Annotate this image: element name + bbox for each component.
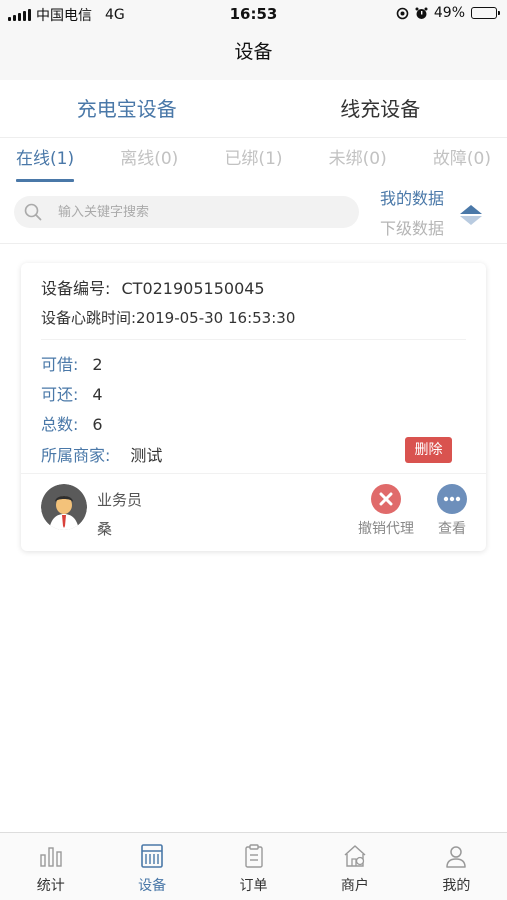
device-icon [141,844,163,868]
tab-mine[interactable]: 我的 [406,833,507,900]
tab-offline[interactable]: 离线(0) [120,138,178,184]
borrowable-value: 2 [92,355,103,374]
tab-bound[interactable]: 已绑(1) [224,138,282,184]
total-label: 总数: [41,415,79,434]
stat-returnable: 可还: 4 [41,381,103,405]
view-button[interactable]: 查看 [436,484,468,538]
tab-online[interactable]: 在线(1) [16,138,75,184]
merchant-value: 测试 [130,446,163,465]
scope-my-data[interactable]: 我的数据 [380,184,444,214]
close-icon [371,484,401,514]
data-scope-selector: 我的数据 下级数据 [380,184,444,244]
battery-icon [471,7,500,19]
borrowable-label: 可借: [41,355,79,374]
returnable-value: 4 [92,385,103,404]
tab-statistics[interactable]: 统计 [0,833,101,900]
delete-button[interactable]: 删除 [405,437,452,463]
status-right: 49% [396,5,500,21]
search-input[interactable] [58,196,348,228]
heartbeat-time: 设备心跳时间:2019-05-30 16:53:30 [41,309,296,327]
merchant-label: 所属商家: [41,446,111,465]
tab-powerbank-devices[interactable]: 充电宝设备 [0,80,254,137]
revoke-agent-label: 撤销代理 [358,521,414,537]
alarm-icon [415,7,428,19]
tab-faulty[interactable]: 故障(0) [433,138,491,184]
device-card[interactable]: 设备编号: CT021905150045 设备心跳时间:2019-05-30 1… [21,263,486,551]
clipboard-icon [244,844,263,868]
agent-name: 桑 [97,520,113,538]
user-icon [446,846,467,868]
device-number: 设备编号: CT021905150045 [41,275,265,299]
stat-merchant: 所属商家: 测试 [41,442,162,466]
location-icon [396,7,409,19]
search-box[interactable] [14,196,359,228]
tab-orders[interactable]: 订单 [203,833,304,900]
divider [41,339,466,340]
tab-statistics-label: 统计 [36,878,65,894]
status-filter-tabs: 在线(1) 离线(0) 已绑(1) 未绑(0) 故障(0) [0,138,507,184]
tab-merchants[interactable]: 商户 [304,833,405,900]
search-row: 我的数据 下级数据 [0,184,507,244]
bottom-tab-bar: 统计 设备 订单 商户 我的 [0,832,507,900]
battery-percent: 49% [433,5,465,21]
more-icon [437,484,467,514]
tab-mine-label: 我的 [442,878,471,894]
tab-merchants-label: 商户 [340,878,369,894]
shop-icon [344,845,366,867]
view-label: 查看 [438,521,466,537]
tab-cable-devices[interactable]: 线充设备 [254,80,507,137]
agent-role: 业务员 [97,491,143,509]
tab-devices[interactable]: 设备 [101,833,202,900]
revoke-agent-button[interactable]: 撤销代理 [355,484,417,538]
bar-chart-icon [40,847,62,867]
total-value: 6 [92,415,103,434]
stat-total: 总数: 6 [41,411,103,435]
sort-toggle-icon[interactable] [458,202,484,228]
returnable-label: 可还: [41,385,79,404]
tab-unbound[interactable]: 未绑(0) [329,138,387,184]
scope-sub-data[interactable]: 下级数据 [380,214,444,244]
page-title: 设备 [0,28,507,80]
stat-borrowable: 可借: 2 [41,351,103,375]
search-icon [24,203,42,221]
tab-devices-label: 设备 [138,878,167,894]
device-type-tabs: 充电宝设备 线充设备 [0,80,507,138]
device-number-value: CT021905150045 [121,279,265,298]
avatar [41,484,87,530]
device-number-label: 设备编号: [41,279,111,298]
tab-orders-label: 订单 [239,878,268,894]
status-bar: 中国电信 4G 16:53 49% [0,0,507,28]
divider [21,473,486,474]
